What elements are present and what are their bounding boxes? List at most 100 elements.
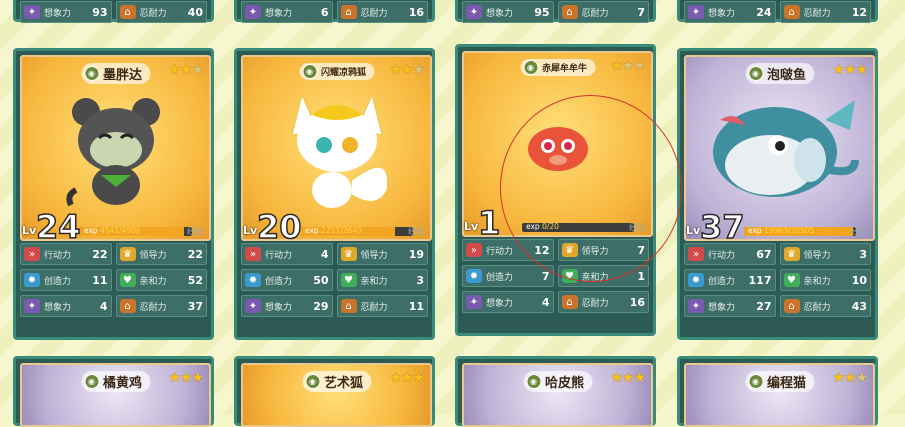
element-icon: ◉	[304, 374, 320, 389]
star-icon: ★	[832, 370, 845, 386]
card-partial-bottom[interactable]: ◉ 艺术狐 ★★★	[234, 356, 435, 427]
level-row: Lv 37 exp 19963/20505 经验	[684, 210, 871, 244]
shield-icon: ⌂	[340, 5, 357, 19]
stat-grid: ✦ 想象力 24 ⌂ 忍耐力 12	[684, 1, 871, 23]
stat-label: 想象力	[44, 302, 72, 313]
stat-item: ⌂ 忍耐力 43	[779, 295, 871, 317]
gear-icon: ✹	[245, 273, 261, 287]
card-partial-bottom[interactable]: ◉ 哈皮熊 ★★★	[455, 356, 656, 427]
star-icon: ★	[400, 370, 414, 386]
stat-value: 4	[99, 299, 108, 313]
card-partial-bottom[interactable]: ◉ 橘黄鸡 ★★★	[13, 356, 214, 427]
stat-value: 6	[320, 5, 329, 19]
card-partial-top[interactable]: ✦ 想象力 24 ⌂ 忍耐力 12	[677, 0, 878, 23]
star-icon: ★	[389, 370, 402, 386]
brain-icon: ✦	[24, 5, 40, 19]
stat-value: 11	[408, 299, 424, 313]
element-icon: ◉	[301, 64, 317, 79]
star-icon: ★	[179, 62, 193, 78]
stat-item: ✦ 想象力 4	[20, 295, 112, 317]
stat-label: 想象力	[486, 298, 514, 309]
monster-card[interactable]: ◉ 泡啵鱼 ★★★ Lv 37 exp 19963/20505 经验» 行动力 67 ♛ 领导力 3 ✹…	[677, 48, 878, 340]
creature-name: 橘黄鸡	[102, 376, 143, 391]
card-partial-bottom[interactable]: ◉ 编程猫 ★★★	[677, 356, 878, 427]
stat-value: 3	[416, 273, 424, 287]
star-icon: ★	[610, 370, 623, 386]
stat-item: ⌂ 忍耐力 40	[115, 1, 207, 23]
exp-end-label: 经验	[408, 227, 424, 236]
stat-label: 领导力	[803, 250, 831, 261]
stat-value: 22	[92, 247, 108, 261]
element-icon: ◉	[747, 374, 763, 389]
star-empty-icon: ★	[621, 58, 635, 74]
shield-icon: ⌂	[561, 5, 578, 19]
stat-value: 16	[408, 5, 424, 19]
stat-label: 忍耐力	[139, 8, 167, 19]
level-label: Lv	[464, 220, 479, 233]
star-icon: ★	[832, 62, 845, 78]
star-empty-icon: ★	[412, 62, 425, 78]
card-partial-top[interactable]: ✦ 想象力 93 ⌂ 忍耐力 40	[13, 0, 214, 23]
stat-label: 想象力	[486, 8, 514, 19]
stat-grid: » 行动力 4 ♛ 领导力 19 ✹ 创造力 50 ♥ 亲和力 3 ✦ 想象力 29 ⌂ 忍耐力 11	[241, 243, 428, 317]
name-badge: ◉ 赤犀牟牟牛	[519, 59, 596, 76]
stat-item: ♥ 亲和力 52	[115, 269, 207, 291]
stat-value: 22	[187, 247, 203, 261]
exp-label: exp	[84, 227, 98, 235]
run-icon: »	[688, 247, 704, 261]
monster-card[interactable]: ◉ 墨胖达 ★★★ Lv 24 exp 4541/4906 经验» 行动力 22 ♛ 领导力 22 ✹ 创…	[13, 48, 214, 340]
stat-value: 27	[756, 299, 772, 313]
brain-icon: ✦	[688, 299, 704, 313]
level-number: 20	[256, 208, 302, 246]
stat-value: 19	[408, 247, 424, 261]
stat-label: 行动力	[708, 250, 736, 261]
exp-value: 2211/2640	[321, 227, 362, 235]
star-icon: ★	[179, 370, 193, 386]
star-empty-icon: ★	[633, 58, 646, 74]
exp-bar: exp 4541/4906	[80, 227, 192, 236]
card-portrait[interactable]: ◉ 哈皮熊 ★★★	[462, 363, 653, 427]
shield-icon: ⌂	[783, 5, 800, 19]
level-number: 37	[699, 208, 745, 246]
star-icon: ★	[843, 62, 857, 78]
card-partial-top[interactable]: ✦ 想象力 95 ⌂ 忍耐力 7	[455, 0, 656, 23]
level-number: 1	[477, 204, 501, 242]
name-badge: ◉ 闪耀凉鸦狐	[298, 63, 375, 80]
card-portrait[interactable]: ◉ 编程猫 ★★★	[684, 363, 875, 427]
stat-item: ⌂ 忍耐力 11	[336, 295, 428, 317]
stat-item: ♛ 领导力 3	[779, 243, 871, 265]
card-partial-top[interactable]: ✦ 想象力 6 ⌂ 忍耐力 16	[234, 0, 435, 23]
gear-icon: ✹	[688, 273, 704, 287]
stat-value: 37	[187, 299, 203, 313]
stat-label: 忍耐力	[803, 8, 831, 19]
card-portrait[interactable]: ◉ 艺术狐 ★★★	[241, 363, 432, 427]
star-rating: ★★★	[832, 370, 868, 386]
stat-value: 93	[92, 5, 108, 19]
stat-item: ⌂ 忍耐力 7	[557, 1, 649, 23]
star-icon: ★	[168, 370, 181, 386]
heart-icon: ♥	[340, 273, 357, 287]
element-icon: ◉	[525, 374, 541, 389]
stat-value: 16	[629, 295, 645, 309]
stat-label: 亲和力	[139, 276, 167, 287]
star-icon: ★	[610, 58, 623, 74]
heart-icon: ♥	[783, 273, 800, 287]
stat-value: 11	[92, 273, 108, 287]
creature-name: 赤犀牟牟牛	[541, 64, 588, 74]
star-icon: ★	[168, 62, 181, 78]
stat-value: 50	[313, 273, 329, 287]
brain-icon: ✦	[466, 5, 482, 19]
brain-icon: ✦	[245, 299, 261, 313]
crown-icon: ♛	[340, 247, 357, 261]
creature-name: 编程猫	[766, 376, 807, 391]
element-icon: ◉	[522, 60, 538, 75]
stat-value: 4	[541, 295, 550, 309]
exp-end-label: 经验	[851, 227, 867, 236]
monster-card[interactable]: ◉ 闪耀凉鸦狐 ★★★ Lv 20 exp 2211/2640 经验» 行动力 4 ♛ 领导力 19 ✹…	[234, 48, 435, 340]
card-portrait[interactable]: ◉ 橘黄鸡 ★★★	[20, 363, 211, 427]
level-label: Lv	[686, 224, 701, 237]
stat-item: ✦ 想象力 29	[241, 295, 333, 317]
run-icon: »	[466, 243, 482, 257]
shield-icon: ⌂	[119, 5, 136, 19]
stat-item: » 行动力 67	[684, 243, 776, 265]
